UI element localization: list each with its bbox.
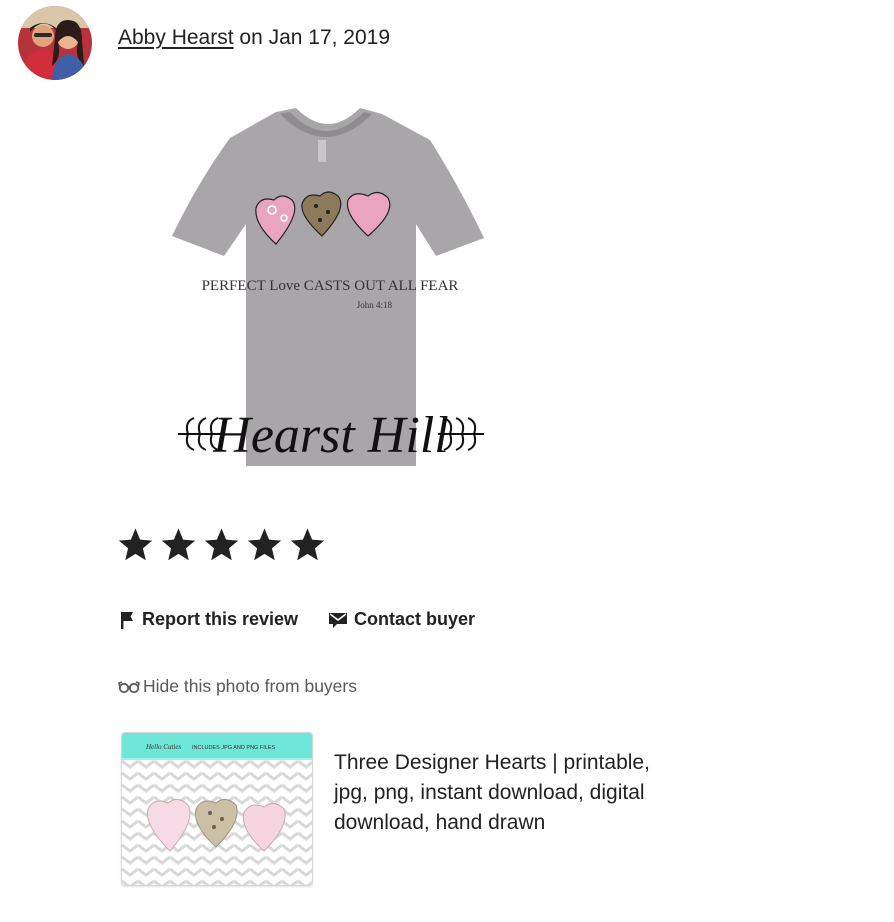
shirt-print-text: PERFECT Love CASTS OUT ALL FEAR: [202, 278, 459, 294]
report-review-button[interactable]: Report this review: [118, 609, 298, 630]
envelope-icon: [329, 612, 348, 628]
shirt-print-verse: John 4:18: [357, 300, 393, 310]
star-icon: [204, 528, 239, 561]
star-rating: [116, 526, 327, 564]
avatar[interactable]: [18, 6, 92, 80]
contact-buyer-button[interactable]: Contact buyer: [328, 609, 475, 630]
star-icon: [247, 528, 282, 561]
contact-buyer-label: Contact buyer: [354, 609, 476, 629]
listing-thumbnail[interactable]: Hello Cuties INCLUDES JPG AND PNG FILES: [121, 732, 313, 886]
star-icon: [161, 528, 196, 561]
star-icon: [118, 528, 153, 561]
hide-photo-link[interactable]: Hide this photo from buyers: [118, 676, 357, 697]
report-review-label: Report this review: [142, 609, 299, 629]
photo-watermark: Hearst Hill: [212, 407, 448, 464]
glasses-icon: [118, 680, 140, 693]
review-header: Abby Hearst on Jan 17, 2019: [118, 26, 390, 50]
listing-title-link[interactable]: Three Designer Hearts | printable, jpg, …: [334, 748, 664, 838]
review-date: on Jan 17, 2019: [233, 26, 391, 49]
review-actions: Report this review Contact buyer: [118, 609, 475, 630]
thumb-logo: Hello Cuties: [145, 743, 181, 751]
thumb-banner-text: INCLUDES JPG AND PNG FILES: [192, 745, 275, 751]
hide-photo-label: Hide this photo from buyers: [143, 676, 357, 696]
flag-icon: [121, 611, 133, 629]
star-icon: [290, 528, 325, 561]
review-photo[interactable]: PERFECT Love CASTS OUT ALL FEAR John 4:1…: [168, 104, 498, 480]
reviewer-name-link[interactable]: Abby Hearst: [118, 26, 234, 49]
